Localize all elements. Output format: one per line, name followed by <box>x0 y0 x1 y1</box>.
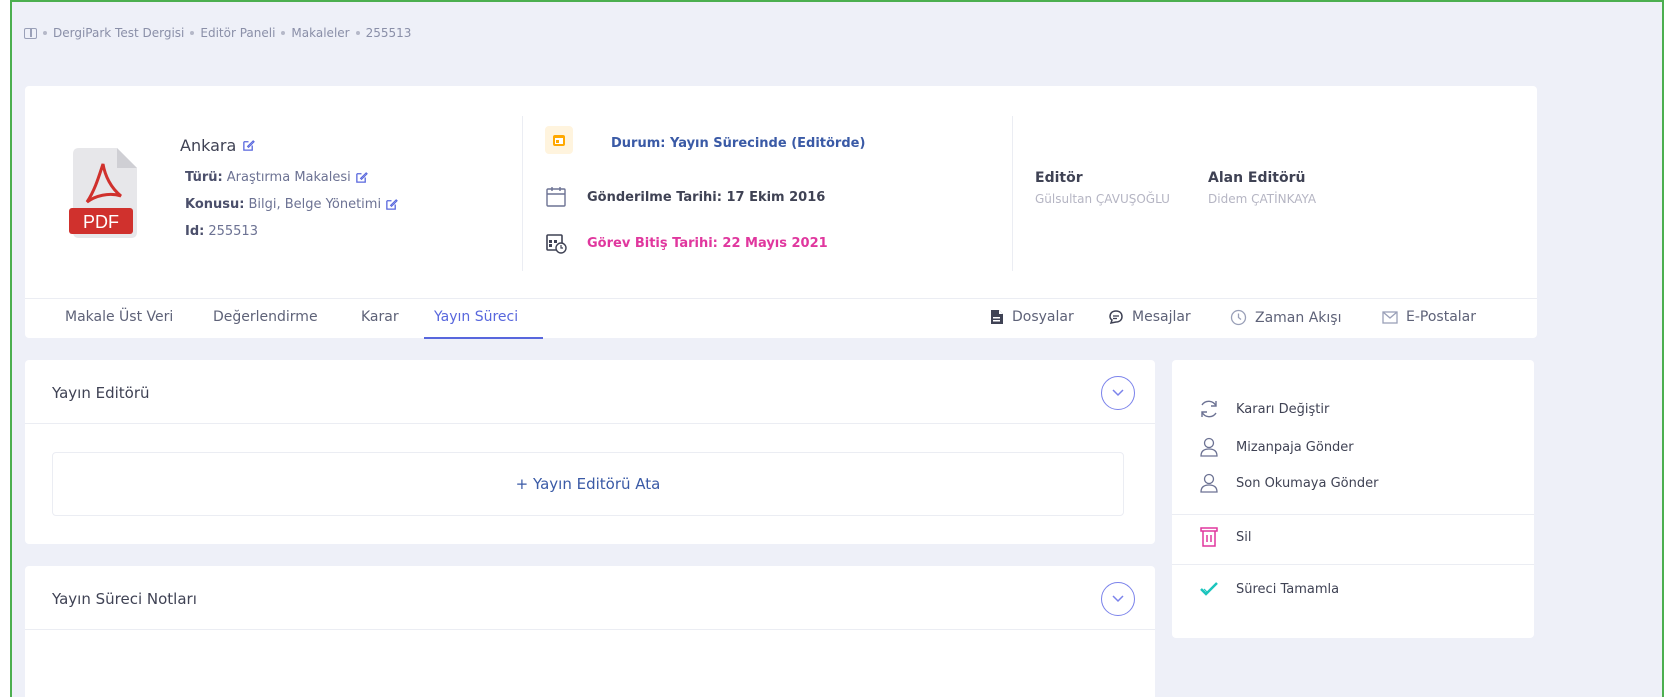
breadcrumb: DergiPark Test Dergisi Editör Paneli Mak… <box>24 26 411 40</box>
editor-name: Gülsultan ÇAVUŞOĞLU <box>1035 192 1170 206</box>
edit-subject-icon[interactable] <box>385 198 398 211</box>
collapse-button[interactable] <box>1101 376 1135 410</box>
actions-panel: Kararı Değiştir Mizanpaja Gönder Son Oku… <box>1172 360 1534 638</box>
article-title: Ankara <box>180 136 256 155</box>
chevron-down-icon <box>1112 389 1124 397</box>
active-tab-indicator <box>424 337 543 339</box>
field-editor-name: Didem ÇATİNKAYA <box>1208 192 1317 206</box>
edit-icon[interactable] <box>242 139 256 152</box>
clock-icon <box>1230 309 1247 326</box>
refresh-icon <box>1201 400 1217 418</box>
tab-emails[interactable]: E-Postalar <box>1382 309 1476 325</box>
due-date: Görev Bitiş Tarihi: 22 Mayıs 2021 <box>545 232 828 254</box>
article-title-text: Ankara <box>180 136 237 155</box>
tab-decision[interactable]: Karar <box>361 309 399 325</box>
breadcrumb-editor-panel[interactable]: Editör Paneli <box>200 26 275 40</box>
edit-type-icon[interactable] <box>355 171 368 184</box>
delete-action[interactable]: Sil <box>1198 526 1251 548</box>
tab-messages[interactable]: Mesajlar <box>1108 309 1191 325</box>
tab-files[interactable]: Dosyalar <box>990 309 1074 325</box>
assign-publication-editor-button[interactable]: + Yayın Editörü Ata <box>52 452 1124 516</box>
book-icon <box>24 27 37 39</box>
status-icon <box>545 126 573 154</box>
chevron-down-icon <box>1112 595 1124 603</box>
editor-info: Editör Gülsultan ÇAVUŞOĞLU <box>1035 170 1170 206</box>
calendar-clock-icon <box>546 234 567 254</box>
article-summary-card: PDF Ankara Türü: Araştırma Makalesi Konu… <box>25 86 1537 339</box>
envelope-icon <box>1382 310 1398 324</box>
publication-editor-panel: Yayın Editörü + Yayın Editörü Ata <box>25 360 1155 544</box>
tab-bar: Makale Üst Veri Değerlendirme Karar Yayı… <box>25 298 1537 339</box>
tab-timeline[interactable]: Zaman Akışı <box>1230 309 1341 326</box>
panel-title: Yayın Süreci Notları <box>52 590 197 608</box>
status-text: Durum: Yayın Sürecinde (Editörde) <box>611 136 866 151</box>
change-decision-action[interactable]: Kararı Değiştir <box>1198 398 1329 420</box>
trash-icon <box>1200 527 1218 547</box>
breadcrumb-articles[interactable]: Makaleler <box>291 26 349 40</box>
file-icon <box>991 310 1003 324</box>
collapse-button[interactable] <box>1101 582 1135 616</box>
send-to-proofread-action[interactable]: Son Okumaya Gönder <box>1198 472 1378 494</box>
tab-metadata[interactable]: Makale Üst Veri <box>65 309 173 325</box>
article-id: Id: 255513 <box>185 224 258 239</box>
user-icon <box>1200 437 1218 457</box>
divider <box>1012 116 1013 271</box>
panel-title: Yayın Editörü <box>52 384 150 402</box>
sent-date: Gönderilme Tarihi: 17 Ekim 2016 <box>545 186 825 208</box>
article-type: Türü: Araştırma Makalesi <box>185 170 368 185</box>
calendar-icon <box>546 187 566 207</box>
tab-publication-process[interactable]: Yayın Süreci <box>434 309 518 325</box>
article-subject: Konusu: Bilgi, Belge Yönetimi <box>185 197 398 212</box>
tab-review[interactable]: Değerlendirme <box>213 309 318 325</box>
breadcrumb-journal[interactable]: DergiPark Test Dergisi <box>53 26 184 40</box>
publication-notes-panel: Yayın Süreci Notları <box>25 566 1155 697</box>
complete-process-action[interactable]: Süreci Tamamla <box>1198 578 1339 600</box>
divider <box>522 116 523 271</box>
chat-icon <box>1109 310 1123 324</box>
send-to-layout-action[interactable]: Mizanpaja Gönder <box>1198 436 1354 458</box>
breadcrumb-article-id: 255513 <box>365 26 412 40</box>
pdf-label: PDF <box>83 212 119 232</box>
user-icon <box>1200 473 1218 493</box>
pdf-file-icon: PDF <box>69 148 137 238</box>
field-editor-info: Alan Editörü Didem ÇATİNKAYA <box>1208 170 1317 206</box>
check-icon <box>1200 582 1218 596</box>
app-frame: DergiPark Test Dergisi Editör Paneli Mak… <box>10 0 1664 697</box>
